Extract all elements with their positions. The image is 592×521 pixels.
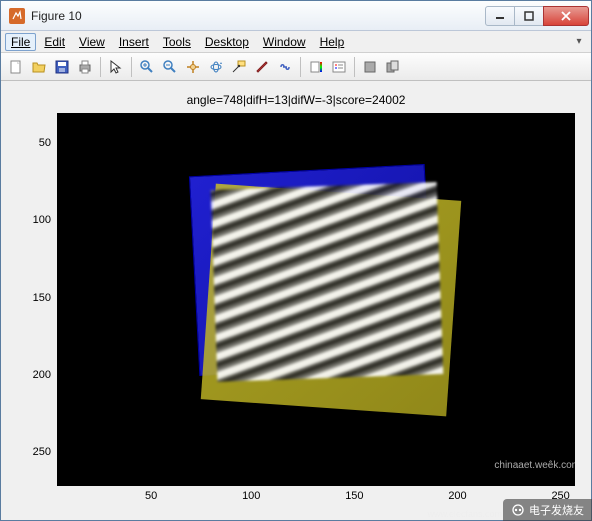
show-icon xyxy=(385,59,401,75)
chart-title: angle=748|difH=13|difW=-3|score=24002 xyxy=(17,93,575,107)
separator xyxy=(354,57,355,77)
figure-window: Figure 10 File Edit View Insert Tools De… xyxy=(0,0,592,521)
x-tick: 250 xyxy=(551,490,569,508)
close-icon xyxy=(560,10,572,22)
legend-icon xyxy=(331,59,347,75)
y-tick: 100 xyxy=(33,214,51,226)
titlebar: Figure 10 xyxy=(1,1,591,31)
open-file-button[interactable] xyxy=(28,56,50,78)
menu-insert[interactable]: Insert xyxy=(113,33,155,51)
brush-icon xyxy=(254,59,270,75)
plot-right: 50 100 150 200 250 xyxy=(57,109,575,508)
y-tick: 50 xyxy=(39,137,51,149)
fingerprint-image xyxy=(211,182,444,382)
open-icon xyxy=(31,59,47,75)
separator xyxy=(100,57,101,77)
print-button[interactable] xyxy=(74,56,96,78)
show-tools-button[interactable] xyxy=(382,56,404,78)
figure-area: angle=748|difH=13|difW=-3|score=24002 50… xyxy=(1,81,591,520)
menu-desktop[interactable]: Desktop xyxy=(199,33,255,51)
colorbar-icon xyxy=(308,59,324,75)
y-axis: 50 100 150 200 250 xyxy=(17,109,57,508)
pan-icon xyxy=(185,59,201,75)
menu-window[interactable]: Window xyxy=(257,33,312,51)
y-tick: 250 xyxy=(33,446,51,458)
hide-tools-button[interactable] xyxy=(359,56,381,78)
plot-container: 50 100 150 200 250 50 100 150 200 250 xyxy=(17,109,575,508)
link-plot-button[interactable] xyxy=(274,56,296,78)
minimize-button[interactable] xyxy=(485,6,515,26)
hide-icon xyxy=(362,59,378,75)
pointer-icon xyxy=(108,59,124,75)
menu-tools[interactable]: Tools xyxy=(157,33,197,51)
pan-button[interactable] xyxy=(182,56,204,78)
matlab-icon xyxy=(9,8,25,24)
print-icon xyxy=(77,59,93,75)
rotate-3d-button[interactable] xyxy=(205,56,227,78)
link-icon xyxy=(277,59,293,75)
separator xyxy=(300,57,301,77)
maximize-button[interactable] xyxy=(514,6,544,26)
insert-legend-button[interactable] xyxy=(328,56,350,78)
x-tick: 100 xyxy=(242,490,260,508)
y-tick: 150 xyxy=(33,292,51,304)
menu-view[interactable]: View xyxy=(73,33,111,51)
edit-plot-button[interactable] xyxy=(105,56,127,78)
menu-file[interactable]: File xyxy=(5,33,36,51)
axes[interactable] xyxy=(57,113,575,486)
zoom-out-icon xyxy=(162,59,178,75)
separator xyxy=(131,57,132,77)
zoom-out-button[interactable] xyxy=(159,56,181,78)
toolbar xyxy=(1,53,591,81)
window-title: Figure 10 xyxy=(31,9,486,23)
y-tick: 200 xyxy=(33,369,51,381)
datacursor-icon xyxy=(231,59,247,75)
data-cursor-button[interactable] xyxy=(228,56,250,78)
new-icon xyxy=(8,59,24,75)
save-button[interactable] xyxy=(51,56,73,78)
menubar: File Edit View Insert Tools Desktop Wind… xyxy=(1,31,591,53)
x-axis: 50 100 150 200 250 xyxy=(57,486,575,508)
zoom-in-icon xyxy=(139,59,155,75)
x-tick: 200 xyxy=(448,490,466,508)
brush-button[interactable] xyxy=(251,56,273,78)
new-figure-button[interactable] xyxy=(5,56,27,78)
x-tick: 150 xyxy=(345,490,363,508)
insert-colorbar-button[interactable] xyxy=(305,56,327,78)
rotate-icon xyxy=(208,59,224,75)
dock-controls-dropdown[interactable]: ▾ xyxy=(571,34,587,50)
menu-help[interactable]: Help xyxy=(314,33,351,51)
minimize-icon xyxy=(495,11,505,21)
zoom-in-button[interactable] xyxy=(136,56,158,78)
close-button[interactable] xyxy=(543,6,589,26)
save-icon xyxy=(54,59,70,75)
window-controls xyxy=(486,6,589,26)
maximize-icon xyxy=(524,11,534,21)
x-tick: 50 xyxy=(145,490,157,508)
menu-edit[interactable]: Edit xyxy=(38,33,71,51)
